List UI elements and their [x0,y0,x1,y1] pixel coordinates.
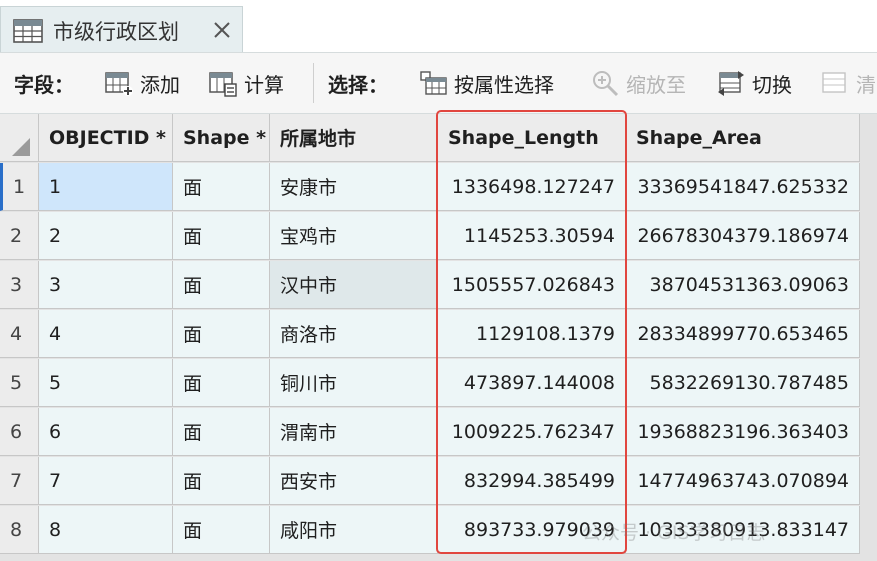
clear-selection-button[interactable]: 清 [820,53,876,113]
cell-shape-length[interactable]: 1129108.1379 [438,310,626,358]
table-row[interactable]: 3 3 面 汉中市 1505557.026843 38704531363.090… [0,261,877,309]
tab-title: 市级行政区划 [53,20,179,44]
select-by-attributes-button[interactable]: 按属性选择 [418,53,554,113]
row-index[interactable]: 6 [0,408,39,456]
cell-shape-length[interactable]: 1336498.127247 [438,163,626,211]
row-index[interactable]: 3 [0,261,39,309]
cell-city[interactable]: 西安市 [270,457,438,505]
zoom-to-label: 缩放至 [626,72,686,97]
cell-shape[interactable]: 面 [173,163,270,211]
calculate-field-button[interactable]: 计算 [208,53,284,113]
selection-label: 选择： [328,72,388,97]
tab-attribute-table[interactable]: 市级行政区划 [0,6,243,52]
clear-selection-icon [820,68,850,98]
cell-objectid[interactable]: 3 [39,261,173,309]
field-label: 字段： [14,72,74,97]
table-row[interactable]: 7 7 面 西安市 832994.385499 14774963743.0708… [0,457,877,505]
cell-city[interactable]: 安康市 [270,163,438,211]
cell-shape-area[interactable]: 19368823196.363403 [626,408,860,456]
calculate-field-label: 计算 [244,72,284,97]
table-row[interactable]: 5 5 面 铜川市 473897.144008 5832269130.78748… [0,359,877,407]
add-field-label: 添加 [140,72,180,97]
cell-objectid[interactable]: 1 [39,163,173,211]
column-header-objectid[interactable]: OBJECTID * [39,114,173,162]
column-header-shape[interactable]: Shape * [173,114,270,162]
cell-shape-area[interactable]: 26678304379.186974 [626,212,860,260]
cell-shape[interactable]: 面 [173,212,270,260]
table-row[interactable]: 2 2 面 宝鸡市 1145253.30594 26678304379.1869… [0,212,877,260]
cell-shape-area[interactable]: 14774963743.070894 [626,457,860,505]
table-row[interactable]: 8 8 面 咸阳市 893733.979039 10333380913.8331… [0,506,877,554]
zoom-to-button[interactable]: 缩放至 [590,53,686,113]
cell-shape-length[interactable]: 1145253.30594 [438,212,626,260]
tab-bar: 市级行政区划 [0,0,877,52]
cell-shape-length[interactable]: 1009225.762347 [438,408,626,456]
table-header: OBJECTID * Shape * 所属地市 Shape_Length Sha… [0,114,877,162]
cell-objectid[interactable]: 2 [39,212,173,260]
toolbar-divider [313,63,314,103]
zoom-in-icon [590,68,620,98]
row-index[interactable]: 8 [0,506,39,554]
calculate-field-icon [208,68,238,98]
cell-shape[interactable]: 面 [173,506,270,554]
column-header-shape-length[interactable]: Shape_Length [438,114,626,162]
row-index[interactable]: 7 [0,457,39,505]
cell-shape-length[interactable]: 893733.979039 [438,506,626,554]
row-index[interactable]: 1 [0,163,39,211]
switch-selection-icon [716,68,746,98]
attribute-table: OBJECTID * Shape * 所属地市 Shape_Length Sha… [0,114,877,561]
cell-shape-area[interactable]: 28334899770.653465 [626,310,860,358]
clear-selection-label: 清 [856,72,876,97]
row-index[interactable]: 4 [0,310,39,358]
cell-shape-length[interactable]: 473897.144008 [438,359,626,407]
cell-shape[interactable]: 面 [173,310,270,358]
close-icon[interactable] [212,20,232,44]
row-index[interactable]: 5 [0,359,39,407]
column-header-city[interactable]: 所属地市 [270,114,438,162]
table-icon [13,19,43,47]
cell-objectid[interactable]: 6 [39,408,173,456]
cell-city[interactable]: 宝鸡市 [270,212,438,260]
row-index[interactable]: 2 [0,212,39,260]
cell-shape[interactable]: 面 [173,457,270,505]
cell-objectid[interactable]: 5 [39,359,173,407]
cell-city[interactable]: 商洛市 [270,310,438,358]
cell-city[interactable]: 咸阳市 [270,506,438,554]
select-by-attributes-icon [418,68,448,98]
cell-shape[interactable]: 面 [173,408,270,456]
cell-city[interactable]: 渭南市 [270,408,438,456]
cell-objectid[interactable]: 8 [39,506,173,554]
column-header-shape-area[interactable]: Shape_Area [626,114,860,162]
add-field-button[interactable]: 添加 [104,53,180,113]
add-field-icon [104,68,134,98]
cell-shape-area[interactable]: 38704531363.09063 [626,261,860,309]
cell-city[interactable]: 铜川市 [270,359,438,407]
cell-objectid[interactable]: 4 [39,310,173,358]
cell-shape-length[interactable]: 1505557.026843 [438,261,626,309]
cell-city[interactable]: 汉中市 [270,261,438,309]
cell-shape-area[interactable]: 10333380913.833147 [626,506,860,554]
cell-shape[interactable]: 面 [173,261,270,309]
cell-shape-area[interactable]: 33369541847.625332 [626,163,860,211]
cell-shape-length[interactable]: 832994.385499 [438,457,626,505]
table-row[interactable]: 4 4 面 商洛市 1129108.1379 28334899770.65346… [0,310,877,358]
switch-selection-button[interactable]: 切换 [716,53,792,113]
cell-shape[interactable]: 面 [173,359,270,407]
select-by-attributes-label: 按属性选择 [454,72,554,97]
select-all-icon [12,138,30,156]
table-row[interactable]: 1 1 面 安康市 1336498.127247 33369541847.625… [0,163,877,211]
attribute-toolbar: 字段： 添加 计算 选择： 按属性选择 缩放至 切换 清 [0,52,877,114]
select-all-corner[interactable] [0,114,39,162]
cell-shape-area[interactable]: 5832269130.787485 [626,359,860,407]
switch-selection-label: 切换 [752,72,792,97]
table-row[interactable]: 6 6 面 渭南市 1009225.762347 19368823196.363… [0,408,877,456]
cell-objectid[interactable]: 7 [39,457,173,505]
